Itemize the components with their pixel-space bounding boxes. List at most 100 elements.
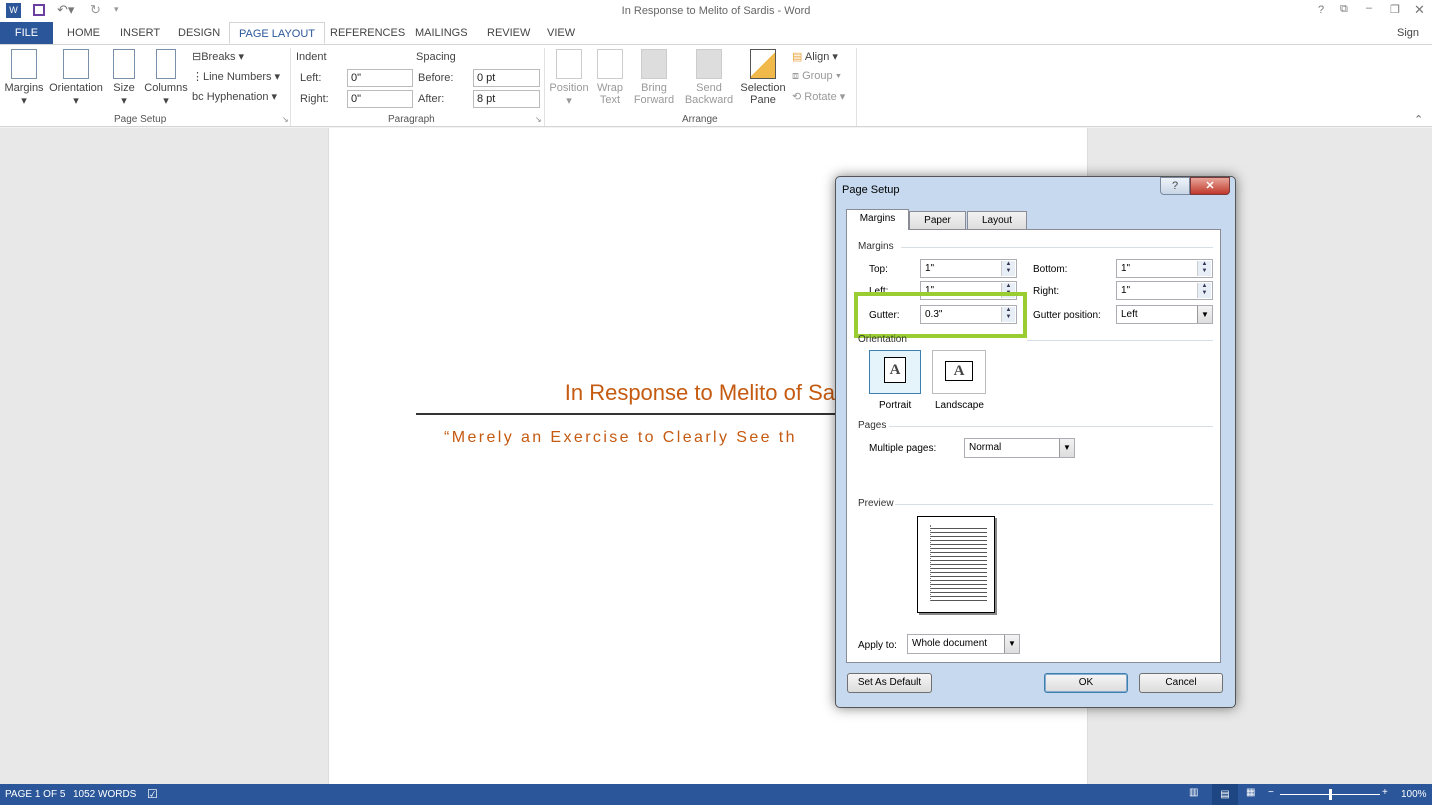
page-count[interactable]: PAGE 1 OF 5 <box>5 789 65 800</box>
preview-section-label: Preview <box>858 498 894 509</box>
word-count[interactable]: 1052 WORDS <box>73 789 136 800</box>
rotate-label: Rotate <box>804 91 837 103</box>
read-mode-icon[interactable]: ▥ <box>1189 787 1198 798</box>
margins-button[interactable]: Margins ▾ <box>4 49 44 107</box>
spacing-label: Spacing <box>416 51 456 63</box>
ok-button[interactable]: OK <box>1044 673 1128 693</box>
tab-view[interactable]: VIEW <box>538 22 584 44</box>
align-icon: ▤ <box>792 51 803 63</box>
top-spinner[interactable]: ▲ ▼ <box>1001 261 1015 276</box>
landscape-button[interactable]: A <box>932 350 986 394</box>
bottom-input[interactable]: 1" ▲ ▼ <box>1116 259 1213 278</box>
size-icon <box>113 49 135 79</box>
hyphenation-label: Hyphenation <box>206 91 269 103</box>
landscape-icon: A <box>945 361 973 381</box>
proofing-icon[interactable]: ☑ <box>147 787 158 801</box>
breaks-button[interactable]: ⊟Breaks ▾ <box>192 50 244 63</box>
close-dialog-button[interactable]: ✕ <box>1190 177 1230 195</box>
gutter-position-label: Gutter position: <box>1033 310 1101 321</box>
preview-thumbnail <box>917 516 995 613</box>
bring-forward-label-2: Forward <box>633 94 675 106</box>
document-subtitle: “Merely an Exercise to Clearly See th <box>444 429 797 446</box>
orientation-button[interactable]: Orientation ▾ <box>47 49 105 107</box>
selection-pane-label-1: Selection <box>740 82 786 94</box>
document-title: In Response to Melito of Sa <box>564 380 835 405</box>
close-icon[interactable]: ✕ <box>1414 2 1425 18</box>
spacing-before-label: Before: <box>418 72 454 84</box>
tab-review[interactable]: REVIEW <box>478 22 539 44</box>
chevron-down-icon[interactable]: ▼ <box>1197 306 1212 323</box>
dialog-tab-margins[interactable]: Margins <box>846 209 909 230</box>
minimize-icon[interactable]: – <box>1366 2 1372 14</box>
cancel-button[interactable]: Cancel <box>1139 673 1223 693</box>
maximize-icon[interactable]: ❐ <box>1390 3 1400 16</box>
print-layout-icon[interactable]: ▤ <box>1212 784 1238 805</box>
indent-right-input[interactable]: 0" <box>347 90 413 108</box>
tab-file[interactable]: FILE <box>0 22 53 44</box>
tab-home[interactable]: HOME <box>58 22 109 44</box>
dialog-tab-paper[interactable]: Paper <box>909 211 966 230</box>
bottom-spinner[interactable]: ▲ ▼ <box>1197 261 1211 276</box>
help-icon[interactable]: ? <box>1318 4 1324 16</box>
status-bar: PAGE 1 OF 5 1052 WORDS ☑ ▥ ▤ ▦ − + 100% <box>0 784 1432 805</box>
align-button[interactable]: ▤ Align ▾ <box>792 50 838 63</box>
apply-to-select[interactable]: Whole document ▼ <box>907 634 1020 654</box>
wrap-text-icon <box>597 49 623 79</box>
page-setup-group-label: Page Setup <box>114 114 167 125</box>
top-input[interactable]: 1" ▲ ▼ <box>920 259 1017 278</box>
gutter-position-value: Left <box>1121 309 1138 320</box>
columns-button[interactable]: Columns ▾ <box>143 49 189 107</box>
gutter-highlight <box>854 292 1027 338</box>
selection-pane-button[interactable]: Selection Pane <box>738 49 788 106</box>
collapse-ribbon-icon[interactable]: ⌃ <box>1414 113 1423 126</box>
right-input[interactable]: 1" ▲ ▼ <box>1116 281 1213 300</box>
tab-insert[interactable]: INSERT <box>111 22 169 44</box>
right-label: Right: <box>1033 286 1060 297</box>
spacing-before-input[interactable]: 0 pt <box>473 69 540 87</box>
breaks-icon: ⊟ <box>192 51 202 63</box>
spacing-after-input[interactable]: 8 pt <box>473 90 540 108</box>
zoom-out-button[interactable]: − <box>1268 787 1274 798</box>
wrap-text-label-2: Text <box>599 94 621 106</box>
hyphenation-button[interactable]: bc Hyphenation ▾ <box>192 90 277 103</box>
portrait-button[interactable]: A <box>869 350 921 394</box>
tab-page-layout[interactable]: PAGE LAYOUT <box>229 22 326 44</box>
zoom-slider-thumb[interactable] <box>1329 789 1332 800</box>
right-spinner[interactable]: ▲ ▼ <box>1197 283 1211 298</box>
tab-references[interactable]: REFERENCES <box>321 22 414 44</box>
send-backward-icon <box>696 49 722 79</box>
preview-lines <box>930 525 987 601</box>
position-label: Position <box>549 82 589 94</box>
web-layout-icon[interactable]: ▦ <box>1246 787 1255 798</box>
pages-section-label: Pages <box>858 420 887 431</box>
indent-left-input[interactable]: 0" <box>347 69 413 87</box>
rotate-button[interactable]: ⟲ Rotate ▾ <box>792 90 845 103</box>
chevron-down-icon[interactable]: ▼ <box>1059 439 1074 457</box>
paragraph-launcher-icon[interactable]: ↘ <box>535 115 542 124</box>
wrap-text-button[interactable]: Wrap Text <box>592 49 628 106</box>
position-button[interactable]: Position ▾ <box>548 49 590 107</box>
page-setup-launcher-icon[interactable]: ↘ <box>282 115 289 124</box>
tab-mailings[interactable]: MAILINGS <box>406 22 477 44</box>
multiple-pages-label: Multiple pages: <box>869 443 937 454</box>
gutter-position-select[interactable]: Left ▼ <box>1116 305 1213 324</box>
set-as-default-button[interactable]: Set As Default <box>847 673 932 693</box>
sign-in-link[interactable]: Sign in <box>1388 22 1432 61</box>
zoom-in-button[interactable]: + <box>1382 787 1388 798</box>
ribbon-display-icon[interactable]: ⧉ <box>1340 3 1348 16</box>
landscape-label: Landscape <box>935 400 984 411</box>
ribbon: Margins ▾ Orientation ▾ Size ▾ Columns ▾ ⊟Br… <box>0 44 1432 127</box>
zoom-level[interactable]: 100% <box>1401 789 1427 800</box>
dialog-tab-layout[interactable]: Layout <box>967 211 1027 230</box>
tab-design[interactable]: DESIGN <box>169 22 229 44</box>
multiple-pages-select[interactable]: Normal ▼ <box>964 438 1075 458</box>
send-backward-button[interactable]: Send Backward <box>681 49 737 106</box>
bring-forward-button[interactable]: Bring Forward <box>628 49 680 106</box>
help-button[interactable]: ? <box>1160 177 1190 195</box>
group-button[interactable]: ⧈ Group ▾ <box>792 70 841 83</box>
size-button[interactable]: Size ▾ <box>110 49 138 107</box>
line-numbers-button[interactable]: ⋮Line Numbers ▾ <box>192 70 280 83</box>
chevron-down-icon[interactable]: ▼ <box>1004 635 1019 653</box>
spacing-after-label: After: <box>418 93 445 105</box>
multiple-pages-value: Normal <box>969 442 1002 453</box>
